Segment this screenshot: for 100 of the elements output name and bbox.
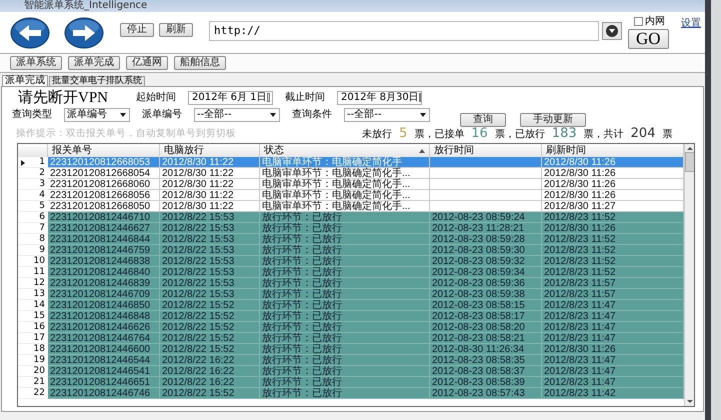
row-header[interactable]: 17 bbox=[18, 333, 48, 344]
table-cell: 2012/8/22 16:22 bbox=[160, 377, 260, 388]
table-cell: 2012/8/23 11:52 bbox=[542, 212, 684, 223]
table-cell: 223120120812446850 bbox=[48, 300, 160, 311]
row-header[interactable]: 8 bbox=[18, 234, 48, 245]
row-header[interactable]: 12 bbox=[18, 278, 48, 289]
row-header[interactable]: 5 bbox=[18, 201, 48, 212]
table-cell: 放行环节：已放行 bbox=[260, 377, 430, 388]
action-button[interactable]: 查询 bbox=[460, 112, 506, 126]
checkbox-label: 内网 bbox=[645, 16, 665, 26]
table-cell: 223120120812446746 bbox=[48, 388, 160, 399]
scrollbar[interactable] bbox=[684, 144, 694, 406]
table-cell: 2012/8/23 11:52 bbox=[542, 256, 684, 267]
row-header[interactable]: 19 bbox=[18, 355, 48, 366]
caret-icon bbox=[270, 112, 276, 116]
column-header[interactable]: 刷新时间 bbox=[542, 144, 684, 157]
row-header[interactable]: 22 bbox=[18, 388, 48, 399]
table-cell: 2012/8/22 15:53 bbox=[160, 267, 260, 278]
date-picker[interactable]: 2012年 8月30日 bbox=[337, 90, 422, 104]
column-header[interactable]: 放行时间 bbox=[430, 144, 542, 157]
row-header[interactable]: 14 bbox=[18, 300, 48, 311]
table-cell: 223120120812668056 bbox=[48, 190, 160, 201]
row-header[interactable]: 3 bbox=[18, 179, 48, 190]
stat-value: 204 bbox=[630, 128, 656, 140]
table-cell: 2012/8/22 15:53 bbox=[160, 223, 260, 234]
row-header[interactable]: 16 bbox=[18, 322, 48, 333]
dropdown-button[interactable] bbox=[602, 22, 622, 40]
go-button[interactable]: GO bbox=[628, 28, 669, 48]
nav-button[interactable]: 船舶信息 bbox=[174, 56, 226, 70]
table-cell: 223120120812668053 bbox=[48, 157, 160, 168]
table-cell: 2012/8/23 11:42 bbox=[542, 388, 684, 399]
table-cell: 放行环节：已放行 bbox=[260, 344, 430, 355]
table-cell: 2012-08-23 08:58:17 bbox=[430, 311, 542, 322]
table-cell: 2012-08-23 08:58:39 bbox=[430, 377, 542, 388]
row-header[interactable]: 13 bbox=[18, 289, 48, 300]
nav-button[interactable]: 派单系统 bbox=[10, 56, 62, 70]
table-cell: 放行环节：已放行 bbox=[260, 311, 430, 322]
table-cell: 2012/8/23 11:52 bbox=[542, 267, 684, 278]
table-cell: 2012/8/23 11:47 bbox=[542, 366, 684, 377]
table-cell: 2012/8/22 15:52 bbox=[160, 300, 260, 311]
row-header[interactable]: 9 bbox=[18, 245, 48, 256]
table-cell: 电脑审单环节：电脑确定简化手... bbox=[260, 190, 430, 201]
row-header[interactable]: 20 bbox=[18, 366, 48, 377]
table-cell: 2012/8/30 11:22 bbox=[160, 190, 260, 201]
table-cell: 2012-08-23 08:57:43 bbox=[430, 388, 542, 399]
table-cell: 223120120812446627 bbox=[48, 223, 160, 234]
stat-value: 16 bbox=[471, 128, 488, 140]
date-picker[interactable]: 2012年 6月 1日 bbox=[188, 90, 273, 104]
table-cell: 223120120812446848 bbox=[48, 311, 160, 322]
row-header[interactable]: 1 bbox=[18, 157, 48, 168]
tab[interactable]: 批量交单电子排队系统 bbox=[49, 76, 145, 86]
row-header[interactable]: 11 bbox=[18, 267, 48, 278]
nav-button[interactable]: 亿通网 bbox=[126, 56, 168, 70]
dropdown-field[interactable]: --全部-- bbox=[194, 108, 280, 122]
table-cell: 2012/8/22 15:52 bbox=[160, 311, 260, 322]
toolbar-button[interactable]: 刷新 bbox=[159, 22, 193, 36]
table-cell: 电脑审单环节：电脑确定简化手... bbox=[260, 201, 430, 212]
table-cell: 2012/8/30 11:22 bbox=[160, 201, 260, 212]
action-button[interactable]: 手动更新 bbox=[520, 112, 586, 126]
table-cell: 2012/8/23 11:47 bbox=[542, 322, 684, 333]
table-cell: 2012/8/23 11:57 bbox=[542, 289, 684, 300]
row-header[interactable]: 7 bbox=[18, 223, 48, 234]
intranet-checkbox[interactable] bbox=[634, 17, 643, 26]
table-cell: 2012-08-23 08:58:35 bbox=[430, 355, 542, 366]
table-cell: 2012/8/23 11:47 bbox=[542, 311, 684, 322]
column-header[interactable]: 状态 bbox=[260, 144, 430, 157]
table-cell: 2012/8/22 15:52 bbox=[160, 344, 260, 355]
column-header[interactable]: 电脑放行 bbox=[160, 144, 260, 157]
row-header[interactable]: 21 bbox=[18, 377, 48, 388]
table-cell: 2012-08-23 08:59:36 bbox=[430, 278, 542, 289]
table-cell: 2012/8/22 15:53 bbox=[160, 234, 260, 245]
stat-label: 未放行 bbox=[362, 130, 392, 140]
row-header[interactable]: 10 bbox=[18, 256, 48, 267]
settings-link[interactable]: 设置 bbox=[681, 16, 701, 30]
grid-corner bbox=[18, 144, 48, 157]
table-cell: 2012/8/23 11:47 bbox=[542, 300, 684, 311]
row-header[interactable]: 6 bbox=[18, 212, 48, 223]
table-cell: 2012/8/22 15:52 bbox=[160, 388, 260, 399]
stat-label: 票，共计 bbox=[584, 130, 624, 140]
table-cell: 放行环节：已放行 bbox=[260, 234, 430, 245]
table-cell: 2012/8/23 11:57 bbox=[542, 278, 684, 289]
table-cell: 2012/8/22 15:53 bbox=[160, 278, 260, 289]
table-cell: 2012/8/22 15:53 bbox=[160, 289, 260, 300]
dropdown-field[interactable]: --全部-- bbox=[344, 108, 430, 122]
column-header[interactable]: 报关单号 bbox=[48, 144, 160, 157]
forward-button[interactable] bbox=[64, 16, 104, 48]
stat-value: 5 bbox=[399, 128, 408, 140]
table-cell: 223120120812446838 bbox=[48, 256, 160, 267]
tab[interactable]: 派单完成 bbox=[2, 75, 48, 86]
dropdown-field[interactable]: 派单编号 bbox=[64, 108, 130, 122]
row-header[interactable]: 2 bbox=[18, 168, 48, 179]
table-cell: 放行环节：已放行 bbox=[260, 300, 430, 311]
back-button[interactable] bbox=[10, 16, 50, 48]
url-field[interactable]: http:// bbox=[209, 20, 599, 40]
toolbar-button[interactable]: 停止 bbox=[120, 22, 154, 36]
row-header[interactable]: 15 bbox=[18, 311, 48, 322]
row-header[interactable]: 4 bbox=[18, 190, 48, 201]
nav-button[interactable]: 派单完成 bbox=[68, 56, 120, 70]
table-cell: 放行环节：已放行 bbox=[260, 256, 430, 267]
row-header[interactable]: 18 bbox=[18, 344, 48, 355]
